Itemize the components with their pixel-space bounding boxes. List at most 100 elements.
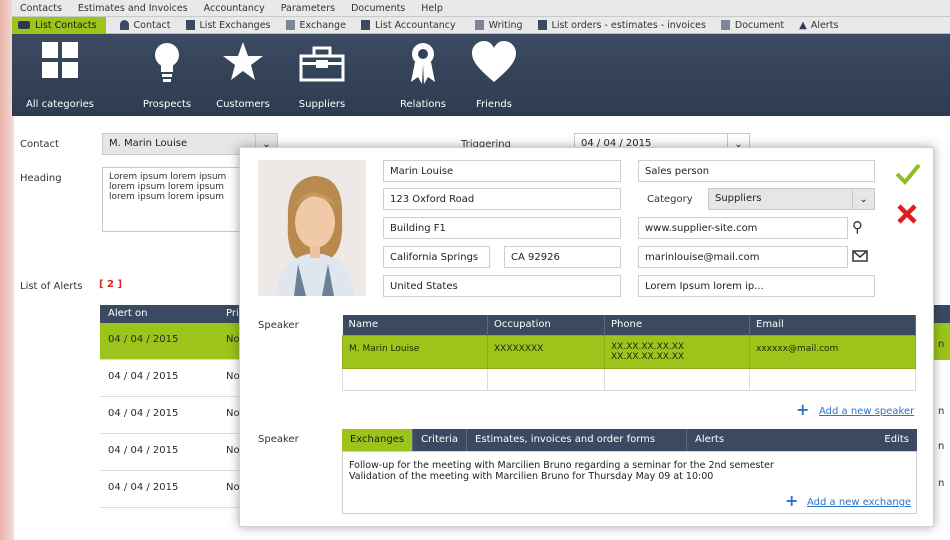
- exchanges-tab-strip: Exchanges Criteria Estimates, invoices a…: [342, 429, 917, 451]
- table-row[interactable]: 04 / 04 / 2015 No: [100, 434, 250, 471]
- empty-cell: [487, 367, 605, 391]
- tab-label: List Accountancy: [374, 19, 456, 31]
- tab-list-exchanges[interactable]: List Exchanges: [180, 17, 280, 34]
- tab-list-accountancy[interactable]: List Accountancy: [355, 17, 465, 34]
- state-zip-field[interactable]: CA 92926: [504, 246, 621, 268]
- document-icon: [720, 20, 730, 30]
- table-row[interactable]: 04 / 04 / 2015 No: [100, 360, 250, 397]
- add-icon: +: [785, 491, 799, 510]
- contacts-icon: [18, 21, 30, 29]
- heading-textarea[interactable]: Lorem ipsum lorem ipsum lorem ipsum lore…: [102, 167, 252, 232]
- category-label: Customers: [216, 99, 270, 110]
- column-header: Email: [749, 315, 916, 335]
- name-field[interactable]: Marin Louise: [383, 160, 621, 182]
- alert-priority: No: [226, 445, 240, 456]
- category-prospects[interactable]: Prospects: [132, 34, 202, 116]
- truncated-cell: n: [938, 441, 945, 452]
- alert-priority: No: [226, 334, 240, 345]
- menu-accountancy[interactable]: Accountancy: [196, 3, 273, 14]
- star-icon: [223, 42, 263, 80]
- tab-exchanges[interactable]: Exchanges: [342, 429, 414, 451]
- table-row[interactable]: 04 / 04 / 2015 No: [100, 397, 250, 434]
- empty-cell: [342, 367, 488, 391]
- tab-document[interactable]: Document: [715, 17, 793, 34]
- tab-estimates-invoices-orders[interactable]: Estimates, invoices and order forms: [467, 429, 688, 451]
- alerts-table-header: Alert on Pri: [100, 305, 250, 323]
- add-icon: +: [796, 400, 810, 419]
- speaker-section-label: Speaker: [258, 320, 299, 331]
- city-field[interactable]: California Springs: [383, 246, 490, 268]
- category-label: Friends: [476, 99, 512, 110]
- email-field[interactable]: marinlouise@mail.com: [638, 246, 848, 268]
- tab-exchange[interactable]: Exchange: [280, 17, 355, 34]
- alert-date: 04 / 04 / 2015: [108, 445, 179, 456]
- address-line1-field[interactable]: 123 Oxford Road: [383, 188, 621, 210]
- alerts-list-label: List of Alerts: [20, 281, 83, 292]
- add-speaker-link[interactable]: Add a new speaker: [819, 406, 914, 417]
- book-icon: [537, 20, 547, 30]
- speaker-occupation: XXXXXXXX: [487, 334, 605, 369]
- website-field[interactable]: www.supplier-site.com: [638, 217, 848, 239]
- speaker-name: M. Marin Louise: [342, 334, 488, 369]
- truncated-cell: n: [938, 339, 945, 350]
- category-all[interactable]: All categories: [22, 34, 98, 116]
- category-friends[interactable]: Friends: [459, 34, 529, 116]
- edits-button[interactable]: Edits: [876, 429, 917, 451]
- mail-icon[interactable]: [852, 250, 868, 262]
- menu-help[interactable]: Help: [413, 3, 451, 14]
- tab-label: List Contacts: [35, 19, 97, 31]
- tab-label: List orders - estimates - invoices: [551, 19, 706, 31]
- notes-field[interactable]: Lorem Ipsum lorem ip...: [638, 275, 875, 297]
- speaker-phone-1: XX.XX.XX.XX.XX: [611, 341, 685, 352]
- contact-select-value: M. Marin Louise: [109, 138, 188, 149]
- address-line2-field[interactable]: Building F1: [383, 217, 621, 239]
- table-header-row: Name Occupation Phone Email: [342, 315, 916, 335]
- tab-list-contacts[interactable]: List Contacts: [12, 16, 106, 34]
- column-header: Phone: [604, 315, 750, 335]
- tab-label: Document: [734, 19, 785, 31]
- menu-documents[interactable]: Documents: [343, 3, 413, 14]
- contact-photo: [258, 160, 366, 296]
- table-row[interactable]: M. Marin Louise XXXXXXXX XX.XX.XX.XX.XX X…: [342, 334, 916, 369]
- tab-list-orders[interactable]: List orders - estimates - invoices: [532, 17, 715, 34]
- tab-criteria[interactable]: Criteria: [413, 429, 468, 451]
- tab-label: Alerts: [810, 19, 839, 31]
- alert-priority: No: [226, 371, 240, 382]
- country-field[interactable]: United States: [383, 275, 621, 297]
- add-exchange-link[interactable]: Add a new exchange: [807, 497, 911, 508]
- category-select[interactable]: Suppliers ⌄: [708, 188, 875, 210]
- cancel-x-icon[interactable]: [896, 203, 918, 225]
- table-row[interactable]: 04 / 04 / 2015 No: [100, 323, 250, 360]
- tab-label: Exchange: [299, 19, 346, 31]
- alerts-count-badge: [ 2 ]: [99, 279, 123, 290]
- contact-label: Contact: [20, 139, 59, 150]
- speaker-email: xxxxxx@mail.com: [749, 334, 916, 369]
- menu-contacts[interactable]: Contacts: [12, 3, 70, 14]
- alert-date: 04 / 04 / 2015: [108, 334, 179, 345]
- heart-icon: [472, 41, 516, 82]
- confirm-check-icon[interactable]: [895, 162, 921, 186]
- search-icon[interactable]: ⚲: [852, 218, 863, 236]
- category-customers[interactable]: Customers: [208, 34, 278, 116]
- list-item[interactable]: Validation of the meeting with Marcilien…: [349, 471, 910, 482]
- tab-bar: List Contacts Contact List Exchanges Exc…: [12, 16, 950, 34]
- alert-date: 04 / 04 / 2015: [108, 482, 179, 493]
- column-header: Pri: [226, 308, 239, 319]
- table-row[interactable]: [342, 367, 916, 391]
- menu-estimates-invoices[interactable]: Estimates and Invoices: [70, 3, 196, 14]
- chevron-down-icon: ⌄: [852, 189, 874, 209]
- table-row[interactable]: 04 / 04 / 2015 No: [100, 471, 250, 508]
- list-item[interactable]: Follow-up for the meeting with Marcilien…: [349, 460, 910, 471]
- tab-alerts[interactable]: ▲ Alerts: [793, 17, 847, 34]
- column-header: Name: [342, 315, 488, 335]
- tab-alerts[interactable]: Alerts: [687, 429, 837, 451]
- tab-contact[interactable]: Contact: [114, 17, 180, 34]
- category-relations[interactable]: Relations: [388, 34, 458, 116]
- toolbox-icon: [299, 46, 345, 82]
- truncated-cell: n: [938, 478, 945, 489]
- tab-writing[interactable]: Writing: [469, 17, 532, 34]
- empty-cell: [749, 367, 916, 391]
- menu-parameters[interactable]: Parameters: [273, 3, 343, 14]
- job-title-field[interactable]: Sales person: [638, 160, 875, 182]
- category-suppliers[interactable]: Suppliers: [287, 34, 357, 116]
